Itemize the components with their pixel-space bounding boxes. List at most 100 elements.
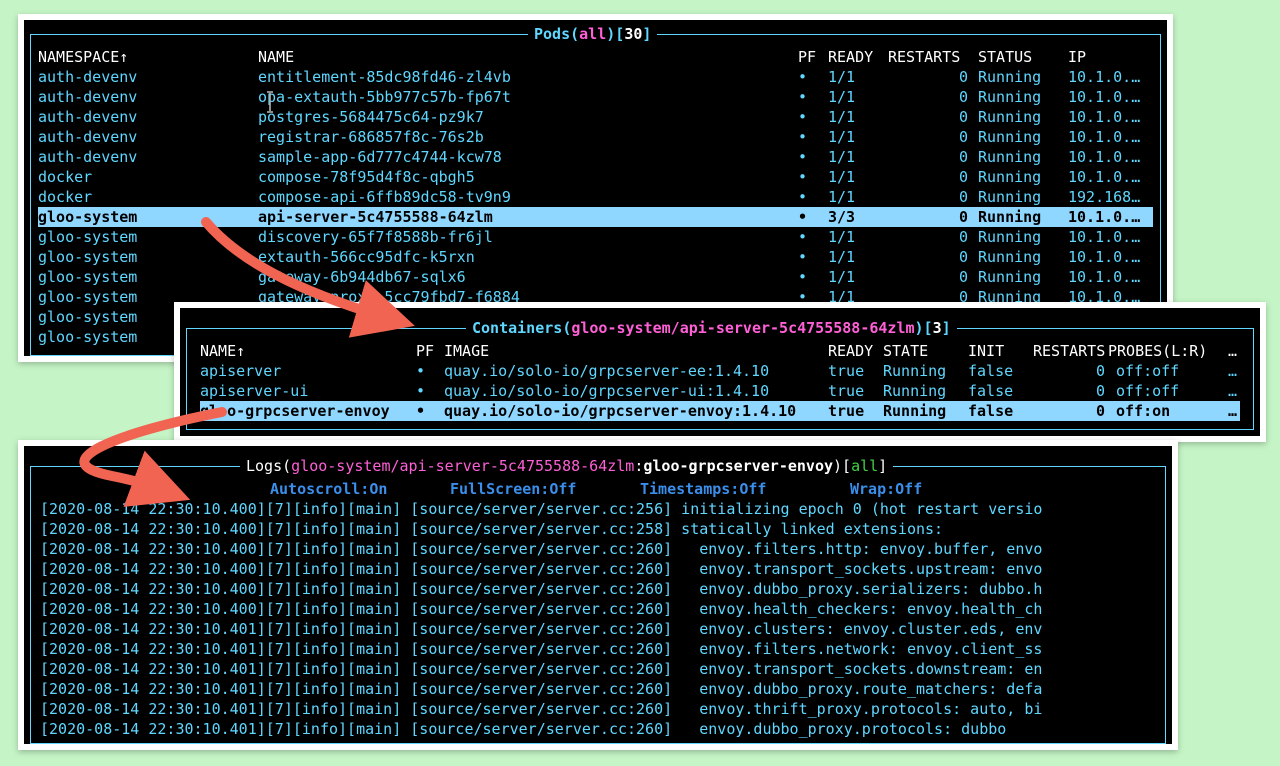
pods-header-row: NAMESPACE↑ NAME PF READY RESTARTS STATUS…	[24, 47, 1167, 67]
containers-panel: Containers(gloo-system/api-server-5c4755…	[174, 302, 1266, 442]
col-ready-header[interactable]: READY	[828, 47, 873, 67]
container-name: apiserver	[200, 362, 282, 380]
col-image-header[interactable]: IMAGE	[444, 341, 489, 361]
pod-ready: 1/1	[828, 268, 856, 286]
pod-ready: 1/1	[828, 148, 856, 166]
logs-toggle-bar: Autoscroll:On FullScreen:Off Timestamps:…	[24, 479, 1172, 499]
port-forward-indicator: •	[798, 228, 808, 246]
log-line: [2020-08-14 22:30:10.400][7][info][main]…	[40, 540, 1043, 558]
pod-row[interactable]: auth-devenv entitlement-85dc98fd46-zl4vb •…	[24, 67, 1167, 87]
container-init: false	[968, 402, 1014, 420]
pod-restarts: 0	[958, 168, 968, 186]
more-columns-indicator: …	[1228, 382, 1238, 400]
pod-status: Running	[978, 128, 1042, 146]
containers-header-row: NAME↑ PF IMAGE READY STATE INIT RESTARTS…	[180, 341, 1260, 361]
pod-row[interactable]: docker compose-78f95d4f8c-qbgh5 • 1/1 0 Runni…	[24, 167, 1167, 187]
col-ready-header[interactable]: READY	[828, 341, 873, 361]
pod-ready: 3/3	[828, 208, 856, 226]
pod-namespace: auth-devenv	[38, 148, 138, 166]
container-restarts: 0	[1095, 362, 1105, 380]
wrap-toggle[interactable]: Wrap:Off	[850, 479, 922, 499]
pod-restarts: 0	[958, 268, 968, 286]
pod-ip: 10.1.0.…	[1068, 248, 1141, 266]
pods-panel-title: Pods(all)[30]	[528, 24, 658, 44]
pod-namespace: docker	[38, 168, 93, 186]
col-restarts-header[interactable]: RESTARTS	[1033, 341, 1105, 361]
pod-row[interactable]: gloo-system gateway-6b944db67-sqlx6 • 1/1 0 R…	[24, 267, 1167, 287]
col-namespace-header[interactable]: NAMESPACE↑	[38, 47, 128, 67]
col-ip-header[interactable]: IP	[1068, 47, 1086, 67]
pod-namespace: gloo-system	[38, 308, 138, 326]
more-columns-indicator: …	[1228, 402, 1238, 420]
pod-name: discovery-65f7f8588b-fr6jl	[258, 228, 493, 246]
pod-ip: 10.1.0.…	[1068, 68, 1141, 86]
fullscreen-toggle[interactable]: FullScreen:Off	[450, 479, 576, 499]
port-forward-indicator: •	[416, 382, 426, 400]
col-pf-header[interactable]: PF	[416, 341, 434, 361]
pod-status: Running	[978, 88, 1042, 106]
pod-restarts: 0	[958, 108, 968, 126]
containers-panel-title: Containers(gloo-system/api-server-5c4755…	[466, 318, 957, 338]
log-line: [2020-08-14 22:30:10.401][7][info][main]…	[40, 700, 1043, 718]
col-pf-header[interactable]: PF	[798, 47, 816, 67]
pod-ip: 10.1.0.…	[1068, 168, 1141, 186]
col-init-header[interactable]: INIT	[968, 341, 1004, 361]
col-status-header[interactable]: STATUS	[978, 47, 1032, 67]
container-row-selected[interactable]: gloo-grpcserver-envoy • quay.io/solo-io/gr…	[200, 401, 1240, 421]
port-forward-indicator: •	[798, 88, 808, 106]
pod-row[interactable]: gloo-system discovery-65f7f8588b-fr6jl • 1/…	[24, 227, 1167, 247]
pod-row[interactable]: auth-devenv registrar-686857f8c-76s2b • 1/1…	[24, 127, 1167, 147]
pod-row[interactable]: auth-devenv postgres-5684475c64-pz9k7 • 1/1…	[24, 107, 1167, 127]
port-forward-indicator: •	[416, 362, 426, 380]
log-line: [2020-08-14 22:30:10.400][7][info][main]…	[40, 560, 1043, 578]
pod-name: compose-78f95d4f8c-qbgh5	[258, 168, 475, 186]
pod-ip: 10.1.0.…	[1068, 228, 1141, 246]
container-row[interactable]: apiserver • quay.io/solo-io/grpcserver-ee:…	[180, 361, 1260, 381]
pod-ip: 10.1.0.…	[1068, 128, 1141, 146]
pod-ip: 192.168…	[1068, 188, 1141, 206]
logs-scope: all	[851, 457, 879, 475]
pod-ready: 1/1	[828, 188, 856, 206]
logs-title: Logs	[246, 457, 283, 475]
container-row[interactable]: apiserver-ui • quay.io/solo-io/grpcserver-…	[180, 381, 1260, 401]
col-restarts-header[interactable]: RESTARTS	[888, 47, 960, 67]
log-line: [2020-08-14 22:30:10.401][7][info][main]…	[40, 620, 1043, 638]
port-forward-indicator: •	[798, 248, 808, 266]
port-forward-indicator: •	[798, 108, 808, 126]
pod-name: compose-api-6ffb89dc58-tv9n9	[258, 188, 511, 206]
pod-name: postgres-5684475c64-pz9k7	[258, 108, 484, 126]
logs-panel: Logs(gloo-system/api-server-5c4755588-64…	[18, 440, 1178, 750]
pod-restarts: 0	[958, 188, 968, 206]
container-image: quay.io/solo-io/grpcserver-ee:1.4.10	[444, 362, 770, 380]
pod-row[interactable]: docker compose-api-6ffb89dc58-tv9n9 • 1/1 0 R…	[24, 187, 1167, 207]
pod-restarts: 0	[958, 208, 968, 226]
container-probes: off:off	[1116, 362, 1180, 380]
col-state-header[interactable]: STATE	[883, 341, 928, 361]
container-name: apiserver-ui	[200, 382, 309, 400]
pod-status: Running	[978, 208, 1042, 226]
containers-path: gloo-system/api-server-5c4755588-64zlm	[571, 319, 915, 337]
log-line: [2020-08-14 22:30:10.401][7][info][main]…	[40, 640, 1043, 658]
col-name-header[interactable]: NAME↑	[200, 341, 245, 361]
pod-row[interactable]: auth-devenv opa-extauth-5bb977c57b-fp67t •…	[24, 87, 1167, 107]
pod-restarts: 0	[958, 228, 968, 246]
port-forward-indicator: •	[798, 128, 808, 146]
pod-namespace: auth-devenv	[38, 68, 138, 86]
pods-title: Pods	[534, 25, 571, 43]
container-image: quay.io/solo-io/grpcserver-ui:1.4.10	[444, 382, 770, 400]
container-state: Running	[883, 362, 947, 380]
container-init: false	[968, 382, 1014, 400]
col-name-header[interactable]: NAME	[258, 47, 294, 67]
container-probes: off:off	[1116, 382, 1180, 400]
pod-row[interactable]: gloo-system extauth-566cc95dfc-k5rxn • 1/1 0…	[24, 247, 1167, 267]
pod-namespace: auth-devenv	[38, 108, 138, 126]
col-probes-header[interactable]: PROBES(L:R)	[1108, 341, 1207, 361]
pod-status: Running	[978, 168, 1042, 186]
container-init: false	[968, 362, 1014, 380]
pod-row[interactable]: auth-devenv sample-app-6d777c4744-kcw78 • 1…	[24, 147, 1167, 167]
pod-status: Running	[978, 268, 1042, 286]
pod-row-selected[interactable]: gloo-system api-server-5c4755588-64zlm • 3/…	[38, 207, 1153, 227]
autoscroll-toggle[interactable]: Autoscroll:On	[270, 479, 387, 499]
pod-namespace: gloo-system	[38, 288, 138, 306]
timestamps-toggle[interactable]: Timestamps:Off	[640, 479, 766, 499]
